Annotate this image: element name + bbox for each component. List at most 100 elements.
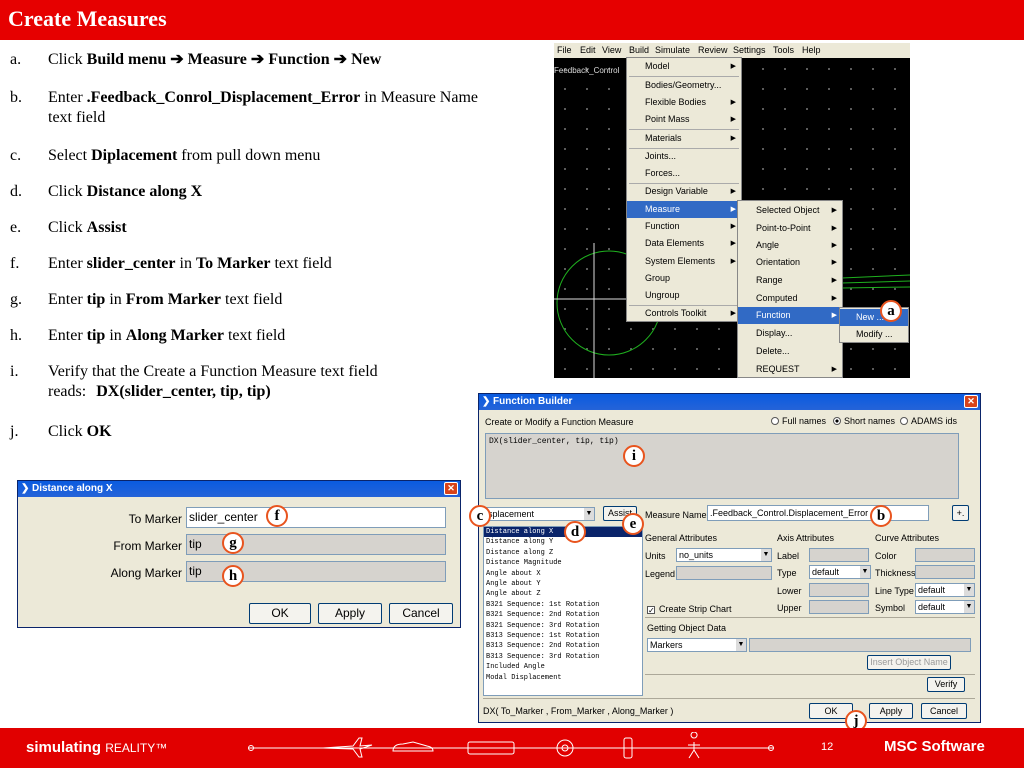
close-icon[interactable]: ✕ [444,482,458,495]
list-item[interactable]: Angle about Y [484,579,642,589]
menu-settings[interactable]: Settings [733,45,766,55]
category-dropdown[interactable]: isplacement ▼ [483,507,595,521]
measure-name-label: Measure Name [645,510,707,520]
build-function-item[interactable]: Function ▶ [627,218,741,235]
function-expression-field[interactable]: DX(slider_center, tip, tip) [485,433,959,499]
line-type-dropdown[interactable]: default ▼ [915,583,975,597]
submenu-arrow-icon: ▶ [831,242,837,249]
callout-b: b [870,505,892,527]
measure-range-item[interactable]: Range ▶ [738,272,842,289]
build-joints-item[interactable]: Joints... [627,148,741,165]
list-item[interactable]: Angle about X [484,569,642,579]
builder-heading: Create or Modify a Function Measure [485,417,634,427]
list-item[interactable]: Distance Magnitude [484,558,642,568]
axis-label-field[interactable] [809,548,869,562]
short-names-option[interactable]: Short names [833,416,895,426]
ok-button[interactable]: OK [249,603,311,624]
axis-upper-label: Upper [777,603,802,613]
list-item[interactable]: B321 Sequence: 2nd Rotation [484,610,642,620]
color-field[interactable] [915,548,975,562]
build-system-elements-item[interactable]: System Elements ▶ [627,253,741,270]
list-item[interactable]: Distance along Z [484,548,642,558]
menu-build[interactable]: Build [629,45,649,55]
strip-chart-checkbox[interactable]: ✓ Create Strip Chart [647,604,732,615]
apply-button[interactable]: Apply [869,703,913,719]
submenu-arrow-icon: ▶ [730,116,736,123]
measure-display-item[interactable]: Display... [738,325,842,342]
page-number: 12 [821,741,834,753]
axis-upper-field[interactable] [809,600,869,614]
build-data-elements-item[interactable]: Data Elements ▶ [627,235,741,252]
verify-button[interactable]: Verify [927,677,965,692]
list-item[interactable]: Distance along Y [484,537,642,547]
object-data-dropdown[interactable]: Markers ▼ [647,638,747,652]
step-text-run: slider_center [86,255,176,272]
measure-computed-item[interactable]: Computed ▶ [738,290,842,307]
list-item[interactable]: B313 Sequence: 1st Rotation [484,631,642,641]
step-text-run: text field [221,291,283,308]
msc-software-logo: MSC Software [884,738,985,755]
list-item[interactable]: B321 Sequence: 3rd Rotation [484,621,642,631]
units-label: Units [645,551,666,561]
build-group-item[interactable]: Group [627,270,741,287]
menu-review[interactable]: Review [698,45,728,55]
axis-type-dropdown[interactable]: default ▼ [809,565,871,579]
list-item[interactable]: Included Angle [484,662,642,672]
list-item[interactable]: B321 Sequence: 1st Rotation [484,600,642,610]
menu-edit[interactable]: Edit [580,45,596,55]
measure-request-item[interactable]: REQUEST ▶ [738,361,842,378]
cancel-button[interactable]: Cancel [389,603,453,624]
submenu-arrow-icon: ▶ [730,63,736,70]
callout-h: h [222,565,244,587]
adams-app-icon: ❯ [482,396,491,407]
build-point-mass-item[interactable]: Point Mass ▶ [627,111,741,128]
insert-object-name-button[interactable]: Insert Object Name [867,655,951,670]
symbol-dropdown[interactable]: default ▼ [915,600,975,614]
axis-lower-field[interactable] [809,583,869,597]
full-names-option[interactable]: Full names [771,416,826,426]
build-bodies-item[interactable]: Bodies/Geometry... [627,77,741,94]
menu-file[interactable]: File [557,45,572,55]
build-flexible-bodies-item[interactable]: Flexible Bodies ▶ [627,94,741,111]
list-item[interactable]: Angle about Z [484,589,642,599]
menu-view[interactable]: View [602,45,621,55]
measure-angle-item[interactable]: Angle ▶ [738,237,842,254]
menu-tools[interactable]: Tools [773,45,794,55]
measure-selected-object-item[interactable]: Selected Object ▶ [738,202,842,219]
build-materials-item[interactable]: Materials ▶ [627,130,741,147]
list-item[interactable]: Modal Displacement [484,673,642,683]
legend-field[interactable] [676,566,772,580]
function-modify-item[interactable]: Modify ... [840,326,908,343]
dropdown-arrow-icon: ▼ [964,584,974,596]
close-icon[interactable]: ✕ [964,395,978,408]
list-item-selected[interactable]: Distance along X [484,527,642,538]
measure-function-item[interactable]: Function ▶ [738,307,842,324]
thickness-label: Thickness [875,568,916,578]
measure-orientation-item[interactable]: Orientation ▶ [738,254,842,271]
submenu-arrow-icon: ▶ [730,258,736,265]
build-model-item[interactable]: Model ▶ [627,58,741,75]
divider [483,698,975,699]
function-list[interactable]: Distance along X Distance along Y Distan… [483,526,643,696]
build-ungroup-item[interactable]: Ungroup [627,287,741,304]
measure-name-field[interactable]: .Feedback_Control.Displacement_Error [707,505,929,521]
add-object-button[interactable]: +. [952,505,969,521]
measure-point-to-point-item[interactable]: Point-to-Point ▶ [738,220,842,237]
list-item[interactable]: B313 Sequence: 3rd Rotation [484,652,642,662]
units-dropdown[interactable]: no_units ▼ [676,548,772,562]
menu-help[interactable]: Help [802,45,821,55]
build-forces-item[interactable]: Forces... [627,165,741,182]
cancel-button[interactable]: Cancel [921,703,967,719]
to-marker-field[interactable]: slider_center [186,507,446,528]
apply-button[interactable]: Apply [318,603,382,624]
build-controls-toolkit-item[interactable]: Controls Toolkit ▶ [627,305,741,322]
measure-delete-item[interactable]: Delete... [738,343,842,360]
build-measure-item[interactable]: Measure ▶ [627,201,741,218]
object-name-field[interactable] [749,638,971,652]
menu-simulate[interactable]: Simulate [655,45,690,55]
axis-lower-label: Lower [777,586,802,596]
thickness-field[interactable] [915,565,975,579]
build-design-variable-item[interactable]: Design Variable ▶ [627,183,741,200]
adams-ids-option[interactable]: ADAMS ids [900,416,957,426]
list-item[interactable]: B313 Sequence: 2nd Rotation [484,641,642,651]
